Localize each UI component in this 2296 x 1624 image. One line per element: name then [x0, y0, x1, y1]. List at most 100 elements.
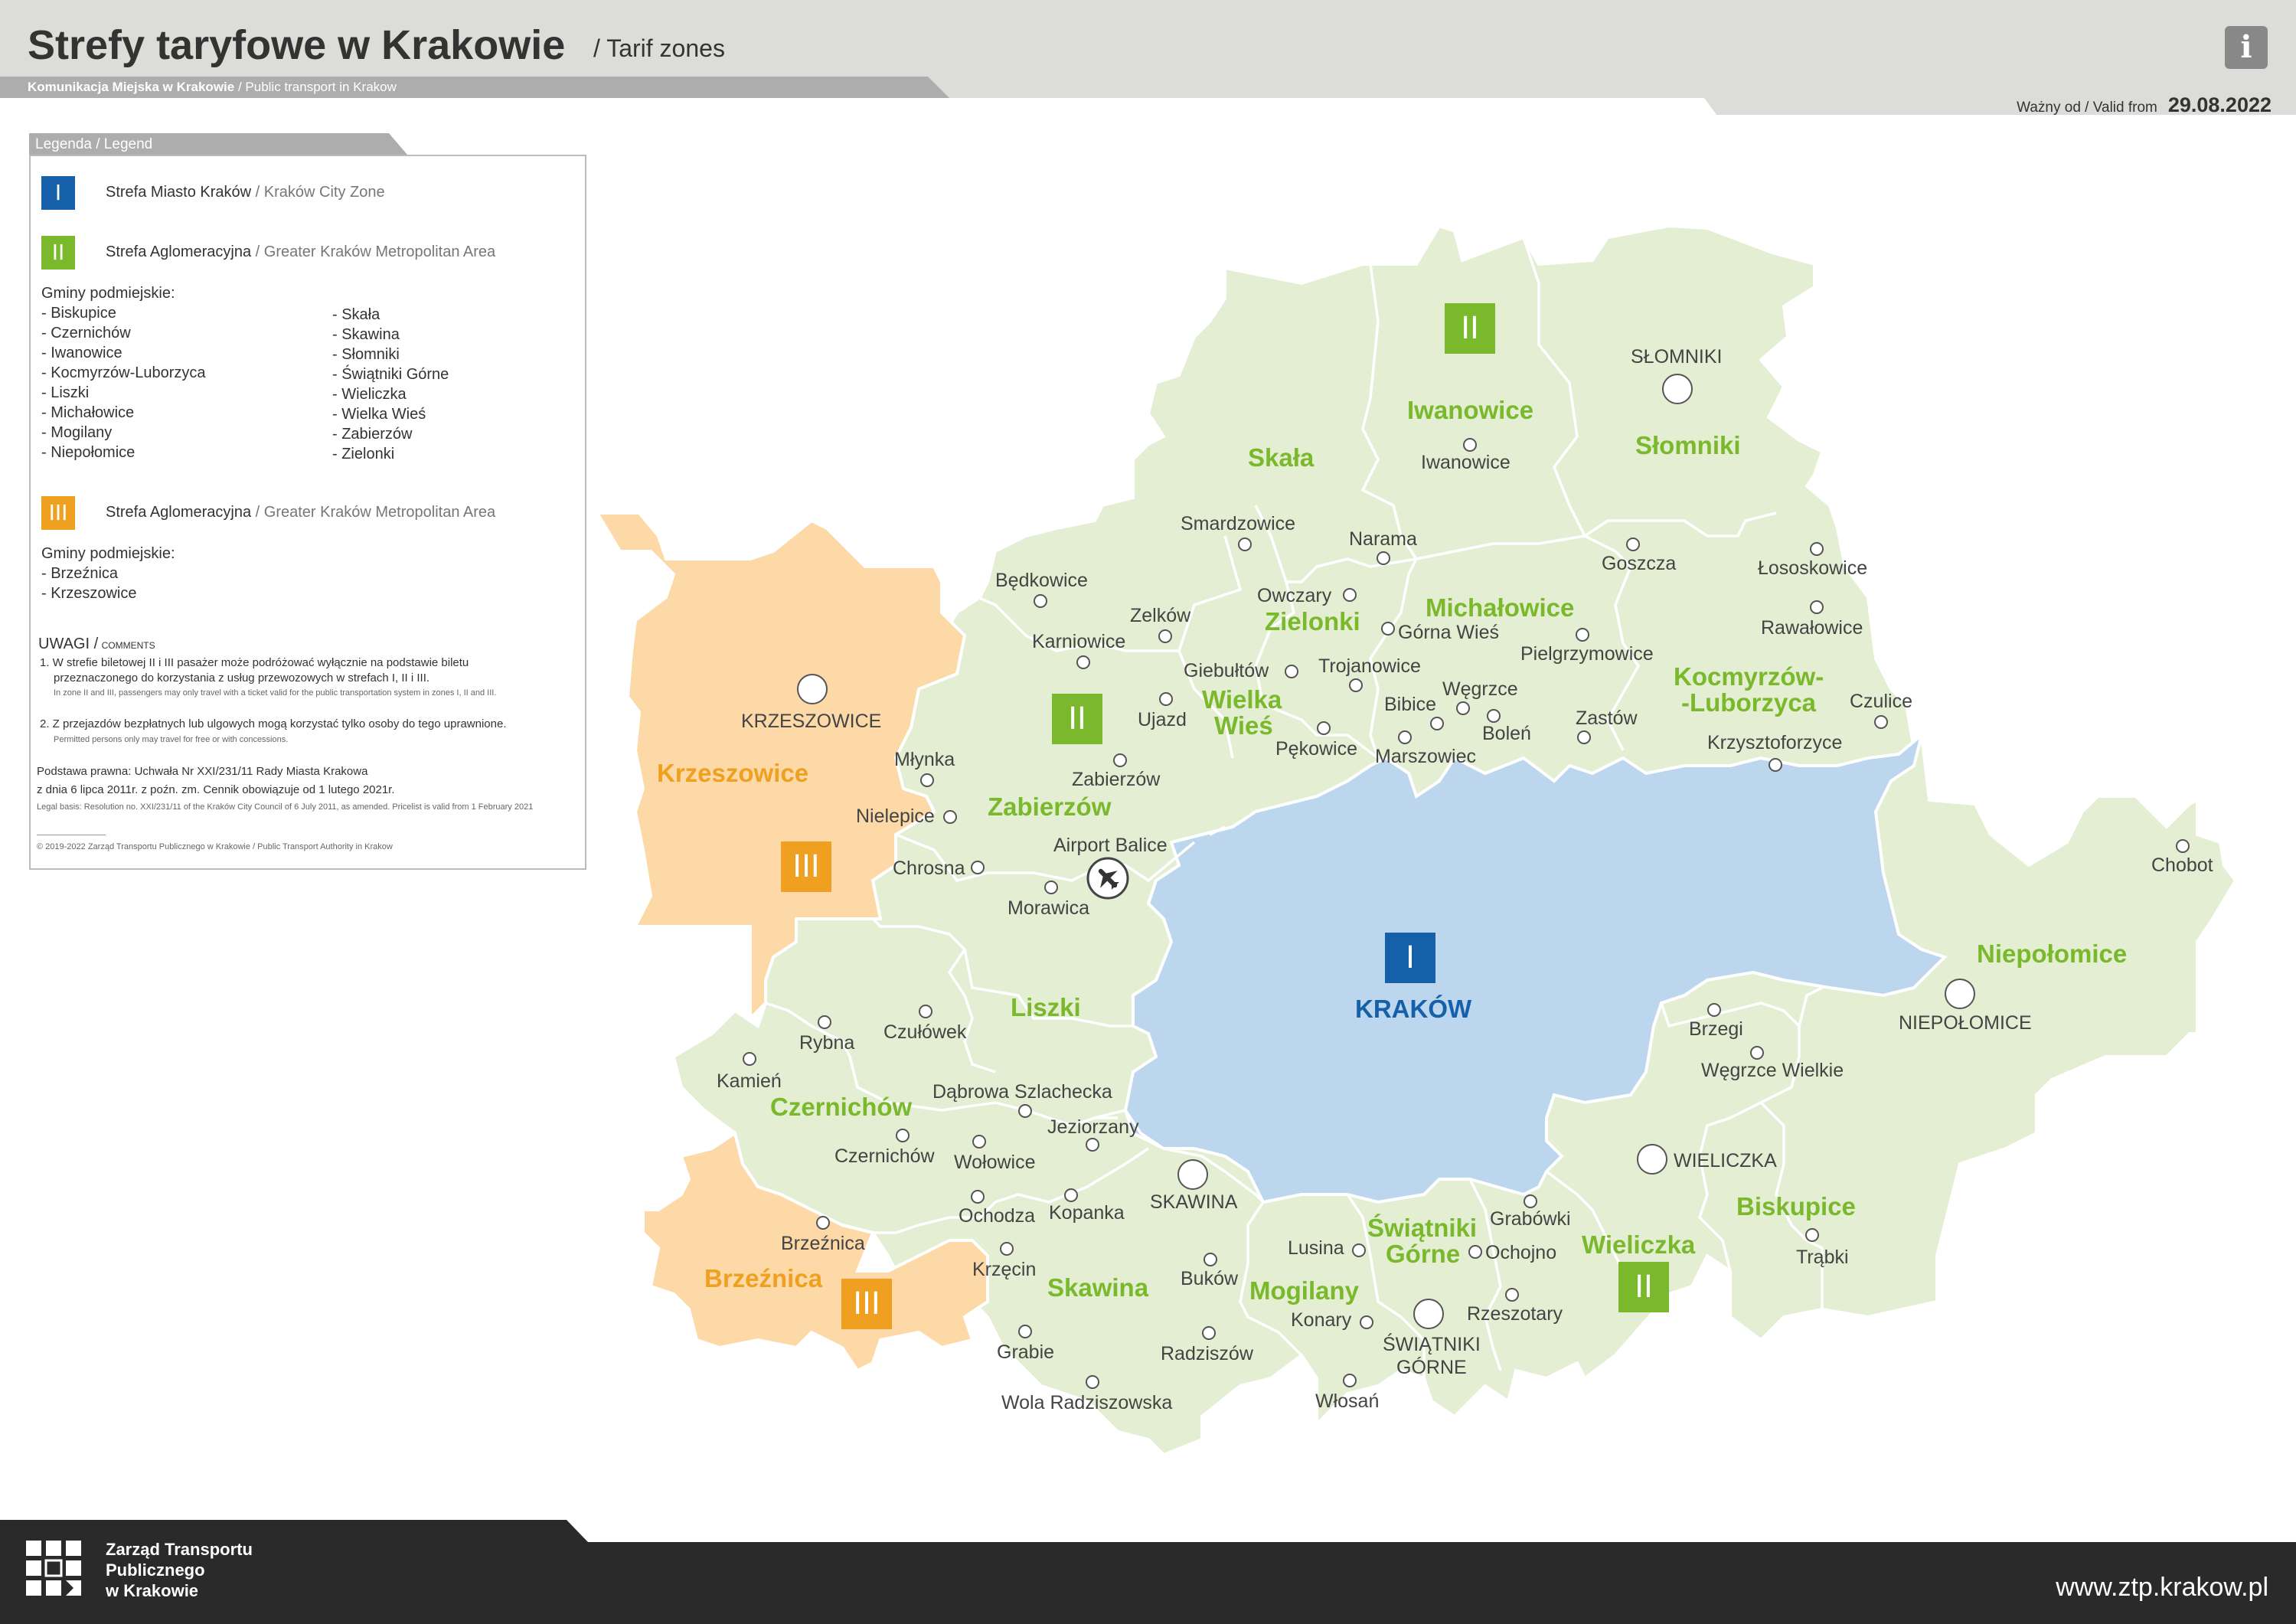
town-label: KRZESZOWICE [741, 711, 882, 732]
town-marker [1018, 1325, 1032, 1338]
town-marker [1810, 600, 1824, 614]
town-marker [1810, 542, 1824, 556]
town-marker [896, 1129, 910, 1142]
footer-background [0, 1520, 2296, 1624]
gmina-label: Słomniki [1635, 431, 1741, 459]
town-marker [1945, 979, 1975, 1009]
town-label: Ujazd [1138, 709, 1187, 730]
town-label: Smardzowice [1181, 513, 1296, 534]
town-label: Chobot [2151, 854, 2213, 876]
town-marker [1086, 1138, 1099, 1152]
town-label: Konary [1291, 1309, 1352, 1331]
town-label: Rawałowice [1761, 617, 1863, 639]
town-marker [1626, 538, 1640, 551]
town-label: Nielepice [856, 805, 935, 827]
town-label: Goszcza [1602, 553, 1677, 574]
town-marker [1662, 374, 1693, 404]
gmina-label: Czernichów [770, 1093, 913, 1121]
town-label: Łososkowice [1758, 557, 1868, 579]
town-marker [1750, 1046, 1764, 1060]
town-label: Trojanowice [1318, 655, 1421, 677]
gmina-label: Iwanowice [1407, 396, 1534, 424]
town-marker [1018, 1104, 1032, 1118]
zone-badge-krzeszowice: III [781, 841, 831, 892]
town-marker [1000, 1242, 1014, 1256]
town-marker [1874, 715, 1888, 729]
gmina-label: Wielka [1202, 685, 1282, 714]
gmina-label: Brzeźnica [704, 1264, 823, 1292]
ztp-website-link[interactable]: www.ztp.krakow.pl [2056, 1573, 2268, 1603]
town-label: Chrosna [893, 858, 965, 879]
town-marker [1349, 678, 1363, 692]
town-label: Bibice [1384, 694, 1437, 715]
town-marker [1576, 628, 1589, 642]
town-marker [943, 810, 957, 824]
town-marker [1158, 629, 1172, 643]
gmina-label: Liszki [1011, 993, 1081, 1021]
zone-map [594, 224, 2238, 1457]
town-marker [1637, 1144, 1667, 1175]
town-label: Brzeźnica [781, 1233, 865, 1254]
town-label: Morawica [1008, 897, 1089, 919]
town-label: Buków [1181, 1268, 1239, 1289]
town-marker [1463, 438, 1477, 452]
zone-badge-iwanowice: II [1445, 303, 1495, 354]
town-label: Młynka [894, 749, 955, 770]
gmina-label-krakow: KRAKÓW [1355, 995, 1472, 1023]
gmina-label: Kocmyrzów- [1674, 662, 1824, 691]
town-label: Zelków [1130, 605, 1191, 626]
town-label: Krzęcin [972, 1259, 1037, 1280]
town-label: Narama [1349, 528, 1417, 550]
town-marker [1034, 594, 1047, 608]
gmina-label: Górne [1386, 1240, 1461, 1268]
town-marker [1360, 1315, 1373, 1329]
town-label: Jeziorzany [1047, 1116, 1139, 1138]
town-label: Marszowiec [1375, 746, 1476, 767]
town-marker [1707, 1003, 1721, 1017]
gmina-label: Biskupice [1736, 1192, 1856, 1220]
town-label: GÓRNE [1396, 1357, 1467, 1378]
town-label: Boleń [1482, 723, 1531, 744]
town-label: Węgrzce Wielkie [1701, 1060, 1844, 1081]
town-marker [920, 773, 934, 787]
gmina-label: Michałowice [1426, 593, 1575, 622]
town-marker [1064, 1188, 1078, 1202]
gmina-label: Wieliczka [1582, 1230, 1696, 1259]
town-label: Włosań [1315, 1390, 1380, 1412]
town-label: Rzeszotary [1467, 1303, 1563, 1325]
town-label: Wola Radziszowska [1001, 1392, 1173, 1413]
town-label: Brzegi [1689, 1018, 1743, 1040]
town-label: Kamień [717, 1070, 782, 1092]
gmina-label: -Luborzyca [1681, 688, 1817, 717]
town-label: Giebułtów [1184, 660, 1269, 681]
town-marker [1285, 665, 1298, 678]
gmina-label: Wieś [1214, 711, 1273, 740]
town-label: Lusina [1288, 1237, 1344, 1259]
zone-badge-brzeznica: III [841, 1279, 892, 1329]
town-label: Czulice [1850, 691, 1912, 712]
town-marker [1044, 881, 1058, 894]
town-label: Zabierzów [1072, 769, 1161, 790]
gmina-label: Niepołomice [1977, 939, 2128, 968]
town-marker [1377, 551, 1390, 565]
town-label: Krzysztoforzyce [1707, 732, 1843, 753]
town-marker [1317, 721, 1331, 735]
town-label: Iwanowice [1421, 452, 1511, 473]
gmina-label: Krzeszowice [657, 759, 809, 787]
town-label: Airport Balice [1053, 835, 1168, 856]
airplane-icon [1086, 857, 1129, 900]
town-label: Ochodza [959, 1205, 1036, 1227]
town-label: Radziszów [1161, 1343, 1253, 1364]
town-marker [1086, 1375, 1099, 1389]
town-label: Zastów [1576, 707, 1638, 729]
town-label: Karniowice [1032, 631, 1126, 652]
town-marker [1343, 588, 1357, 602]
town-label: Węgrzce [1442, 678, 1518, 700]
town-marker [1202, 1326, 1216, 1340]
town-label: Kopanka [1049, 1202, 1125, 1224]
town-label: Rybna [799, 1032, 855, 1054]
zone-badge-zabierzow: II [1052, 694, 1102, 744]
town-marker [1769, 758, 1782, 772]
zone-badge-krakow: I [1385, 933, 1435, 983]
town-label: Pielgrzymowice [1520, 643, 1654, 665]
